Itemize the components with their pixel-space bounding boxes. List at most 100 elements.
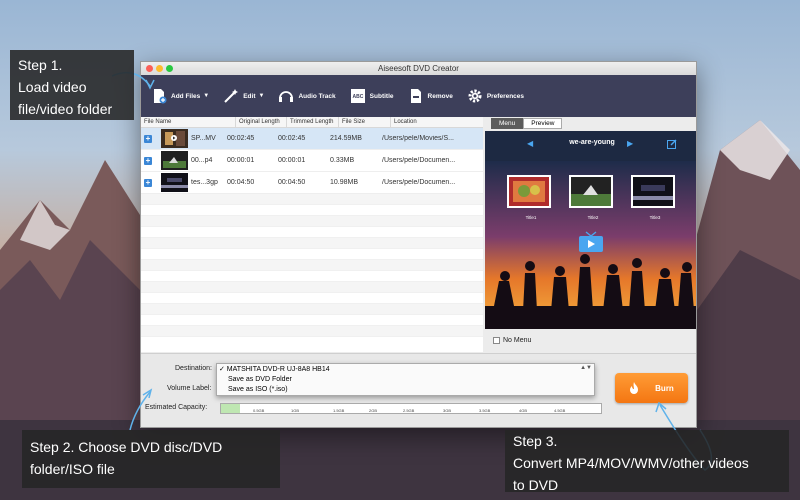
empty-row: [141, 194, 483, 205]
subtitle-button[interactable]: ABC Subtitle: [350, 75, 394, 117]
empty-row: [141, 282, 483, 293]
empty-row: [141, 271, 483, 282]
audio-track-button[interactable]: Audio Track: [278, 75, 336, 117]
capacity-used-fill: [221, 404, 240, 413]
step1-line: Step 1.: [18, 57, 63, 73]
step3-callout: Step 3. Convert MP4/MOV/WMV/other videos…: [505, 430, 789, 493]
empty-row: [141, 304, 483, 315]
edit-button[interactable]: Edit ▼: [223, 75, 264, 117]
zoom-window-button[interactable]: [166, 65, 173, 72]
video-thumbnail: [161, 151, 188, 170]
step2-callout: Step 2. Choose DVD disc/DVD folder/ISO f…: [22, 430, 280, 488]
title-thumbnail[interactable]: [569, 175, 613, 208]
original-length: 00:00:01: [227, 157, 255, 164]
chevron-down-icon[interactable]: ▼: [203, 93, 209, 99]
destination-label: Destination:: [175, 365, 212, 372]
file-location: /Users/pele/Documen...: [382, 157, 456, 164]
capacity-tick: 4GB: [519, 408, 528, 413]
video-thumbnail: [161, 129, 188, 148]
gear-icon: [468, 89, 482, 103]
remove-button[interactable]: Remove: [408, 75, 453, 117]
close-window-button[interactable]: [146, 65, 153, 72]
step3-line: to DVD: [513, 477, 559, 493]
next-page-icon[interactable]: ▶: [627, 139, 633, 148]
table-row[interactable]: + 00...p4 00:00:01 00:00:01 0.33MB /User…: [141, 150, 483, 172]
burn-label: Burn: [655, 383, 674, 393]
tab-menu[interactable]: Menu: [491, 118, 524, 129]
subtitle-label: Subtitle: [369, 92, 394, 100]
chevron-down-icon[interactable]: ▼: [259, 93, 265, 99]
edit-menu-icon[interactable]: [667, 139, 677, 149]
column-header[interactable]: File Name: [141, 117, 236, 127]
estimated-capacity-label: Estimated Capacity:: [145, 404, 208, 411]
step2-line: Step 2. Choose DVD disc/DVD: [30, 439, 223, 455]
volume-label-label: Volume Label:: [167, 385, 212, 392]
empty-row: [141, 315, 483, 326]
preview-pane: Menu Preview ◀ we-are-young ▶ Title1 Tit…: [485, 117, 696, 352]
svg-text:ABC: ABC: [352, 94, 363, 100]
file-list-header: File Name Original Length Trimmed Length…: [141, 117, 483, 128]
remove-file-icon: [410, 89, 421, 103]
original-length: 00:02:45: [227, 135, 255, 142]
menu-background: [485, 131, 696, 329]
column-header[interactable]: Trimmed Length: [287, 117, 339, 127]
expand-icon[interactable]: +: [144, 156, 152, 165]
minimize-window-button[interactable]: [156, 65, 163, 72]
original-length: 00:04:50: [227, 179, 255, 186]
capacity-tick: 1GB: [291, 408, 300, 413]
column-header[interactable]: Location: [391, 117, 483, 127]
empty-row: [141, 205, 483, 216]
title-thumbnail[interactable]: [631, 175, 675, 208]
capacity-tick: 1.5GB: [333, 408, 345, 413]
file-location: /Users/pele/Documen...: [382, 179, 456, 186]
preferences-button[interactable]: Preferences: [467, 75, 524, 117]
preview-tabs: Menu Preview: [485, 117, 696, 130]
app-window: Aiseesoft DVD Creator Add Files ▼ Edit ▼ A…: [140, 61, 697, 428]
step1-callout: Step 1. Load video file/video folder: [10, 50, 134, 120]
flame-icon: [630, 382, 639, 394]
destination-option[interactable]: Save as ISO (*.iso): [219, 385, 594, 395]
add-file-icon: [154, 89, 167, 104]
file-name: 00...p4: [191, 157, 213, 164]
audio-track-label: Audio Track: [298, 92, 336, 100]
no-menu-option[interactable]: No Menu: [493, 337, 531, 344]
table-row[interactable]: + SP...MV 00:02:45 00:02:45 214.59MB /Us…: [141, 128, 483, 150]
column-header[interactable]: Original Length: [236, 117, 287, 127]
add-files-button[interactable]: Add Files ▼: [151, 75, 209, 117]
add-files-label: Add Files: [171, 92, 201, 100]
file-size: 214.59MB: [330, 135, 362, 142]
step3-line: Step 3.: [513, 433, 558, 449]
file-location: /Users/pele/Movies/S...: [382, 135, 454, 142]
column-header[interactable]: File Size: [339, 117, 391, 127]
destination-option[interactable]: Save as DVD Folder: [219, 375, 594, 385]
expand-icon[interactable]: +: [144, 178, 152, 187]
magic-wand-icon: [224, 89, 239, 103]
empty-row: [141, 227, 483, 238]
file-name: SP...MV: [191, 135, 216, 142]
video-thumbnail: [161, 173, 188, 192]
trimmed-length: 00:04:50: [278, 179, 306, 186]
no-menu-label: No Menu: [503, 337, 532, 344]
headphones-icon: [279, 91, 294, 102]
title-label: Title1: [525, 215, 537, 220]
title-thumbnail[interactable]: [507, 175, 551, 208]
title-label: Title2: [587, 215, 599, 220]
table-row[interactable]: + tes...3gp 00:04:50 00:04:50 10.98MB /U…: [141, 172, 483, 194]
file-size: 0.33MB: [330, 157, 355, 164]
destination-dropdown[interactable]: ✓ MATSHITA DVD-R UJ-8A8 HB14 Save as DVD…: [216, 363, 595, 396]
empty-row: [141, 293, 483, 304]
preferences-label: Preferences: [486, 92, 525, 100]
play-tv-icon[interactable]: [578, 231, 604, 253]
title-label: Title3: [649, 215, 661, 220]
capacity-tick: 2.5GB: [403, 408, 415, 413]
no-menu-checkbox[interactable]: [493, 337, 500, 344]
expand-icon[interactable]: +: [144, 134, 152, 143]
tab-preview[interactable]: Preview: [523, 118, 563, 129]
burn-button[interactable]: Burn: [615, 373, 688, 403]
chevron-up-down-icon: ▲▼: [580, 365, 592, 371]
previous-page-icon[interactable]: ◀: [527, 139, 533, 148]
destination-option[interactable]: ✓ MATSHITA DVD-R UJ-8A8 HB14: [219, 365, 594, 375]
empty-row: [141, 216, 483, 227]
trimmed-length: 00:00:01: [278, 157, 306, 164]
capacity-tick: 3GB: [443, 408, 452, 413]
